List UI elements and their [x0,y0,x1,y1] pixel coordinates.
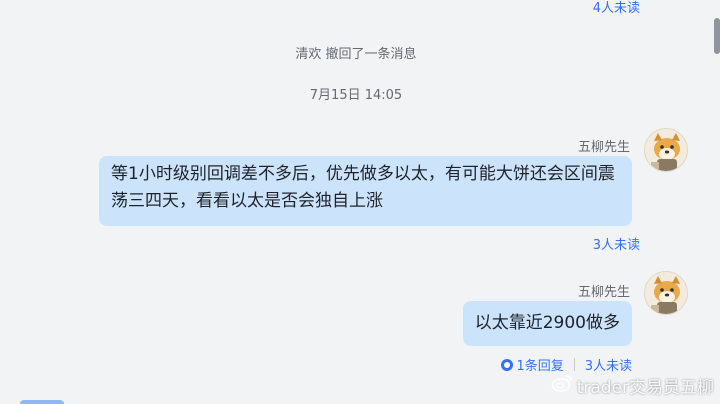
read-status[interactable]: 3人未读 [593,234,640,253]
input-area-edge[interactable] [20,400,64,404]
watermark: trader交易员五柳 [551,373,714,398]
read-status[interactable]: 3人未读 [585,355,632,374]
message-footer: 1条回复 3人未读 [501,355,632,374]
divider [573,358,575,371]
message-timestamp: 7月15日 14:05 [309,88,403,103]
message-bubble[interactable]: 等1小时级别回调差不多后，优先做多以太，有可能大饼还会区间震荡三四天，看看以太是… [99,156,632,226]
cartoon-dog-avatar-icon[interactable] [644,271,688,315]
chat-message-list[interactable]: 4人未读 清欢 撤回了一条消息 7月15日 14:05 五柳先生 等1小时级别回… [0,0,712,404]
cartoon-dog-avatar-icon[interactable] [644,128,688,172]
recall-notice: 清欢 撤回了一条消息 [295,47,417,62]
message-bubble[interactable]: 以太靠近2900做多 [462,301,632,346]
message-text: 等1小时级别回调差不多后，优先做多以太，有可能大饼还会区间震荡三四天，看看以太是… [111,164,615,211]
scrollbar[interactable] [712,0,720,404]
weibo-logo-icon [551,374,573,397]
sender-name: 五柳先生 [577,140,630,155]
sender-name: 五柳先生 [577,285,630,300]
read-status-top[interactable]: 4人未读 [593,0,640,16]
reply-bubble-icon [501,358,514,371]
message-text: 以太靠近2900做多 [474,313,620,333]
watermark-text: trader交易员五柳 [576,378,714,398]
scrollbar-thumb[interactable] [714,18,720,54]
reply-count: 1条回复 [516,359,564,374]
thread-reply-link[interactable]: 1条回复 [501,355,564,374]
